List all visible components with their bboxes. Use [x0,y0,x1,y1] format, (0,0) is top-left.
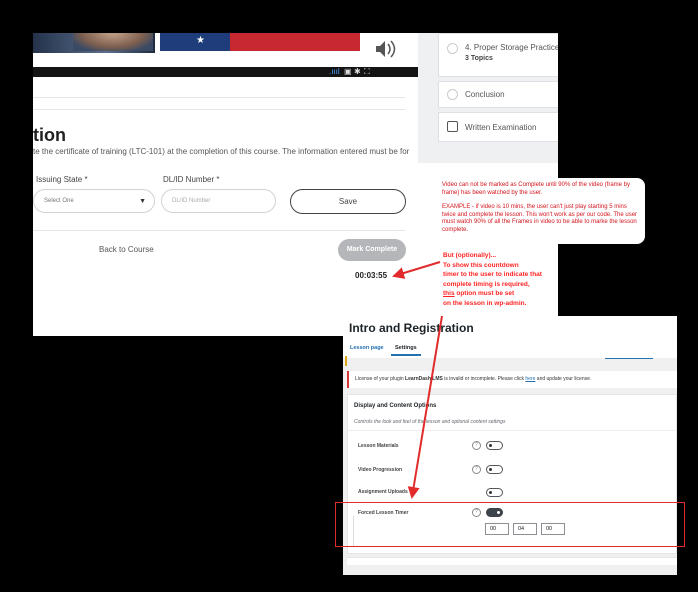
tab-settings[interactable]: Settings [395,345,417,351]
tab-lesson-page[interactable]: Lesson page [350,345,384,351]
status-circle-icon [447,43,458,54]
setting-label-assignment-uploads: Assignment Uploads [358,489,408,495]
caret-down-icon: ▼ [139,198,146,205]
issuing-state-label: Issuing State * [36,175,88,184]
help-icon[interactable]: ? [472,465,481,474]
setting-label-video-progression: Video Progression [358,467,403,473]
sidebar-item-conclusion[interactable]: Conclusion [438,81,558,108]
issuing-state-select[interactable]: Select One ▼ [33,189,155,213]
cc-icon[interactable]: ▣ [344,67,352,77]
countdown-timer: 00:03:55 [355,271,388,280]
video-player[interactable]: ★ .ıııl ▣ ✱ ⛶ [33,33,418,78]
sidebar-item-written-exam[interactable]: Written Examination [438,112,558,142]
license-notice: License of your plugin LearnDash LMS is … [347,371,677,388]
lesson-sidebar: 4. Proper Storage Practices fo 3 Topics … [418,33,558,163]
annotation-note: Video can not be marked as Complete unti… [439,178,645,244]
gear-icon[interactable]: ✱ [354,67,361,77]
mark-complete-button[interactable]: Mark Complete [338,239,406,261]
dl-number-input[interactable]: DL/ID Number [161,189,276,213]
section-title: Display and Content Options [354,403,437,409]
video-progression-toggle[interactable] [486,465,503,474]
license-link[interactable]: here [525,376,535,382]
back-to-course-link[interactable]: Back to Course [99,245,154,254]
status-circle-icon [447,89,458,100]
sidebar-item-storage[interactable]: 4. Proper Storage Practices fo 3 Topics [438,33,558,77]
volume-icon[interactable]: .ıııl [329,67,340,77]
page-title: tion [33,125,66,145]
lesson-title: Intro and Registration [349,321,474,335]
save-button[interactable]: Save [290,189,406,214]
section-description: Controls the look and feel of the lesson… [354,419,506,425]
assignment-uploads-toggle[interactable] [486,488,503,497]
fullscreen-icon[interactable]: ⛶ [364,67,370,77]
quiz-icon [447,121,458,132]
certificate-description: te the certificate of training (LTC-101)… [33,147,410,156]
video-control-bar[interactable]: .ıııl ▣ ✱ ⛶ [33,67,418,77]
help-icon[interactable]: ? [472,441,481,450]
highlight-box [335,502,685,547]
annotation-callout: But (optionally)... To show this countdo… [443,252,542,307]
speaker-icon [376,40,396,58]
setting-label-lesson-materials: Lesson Materials [358,443,399,449]
lesson-materials-toggle[interactable] [486,441,503,450]
dl-number-label: DL/ID Number * [163,175,220,184]
